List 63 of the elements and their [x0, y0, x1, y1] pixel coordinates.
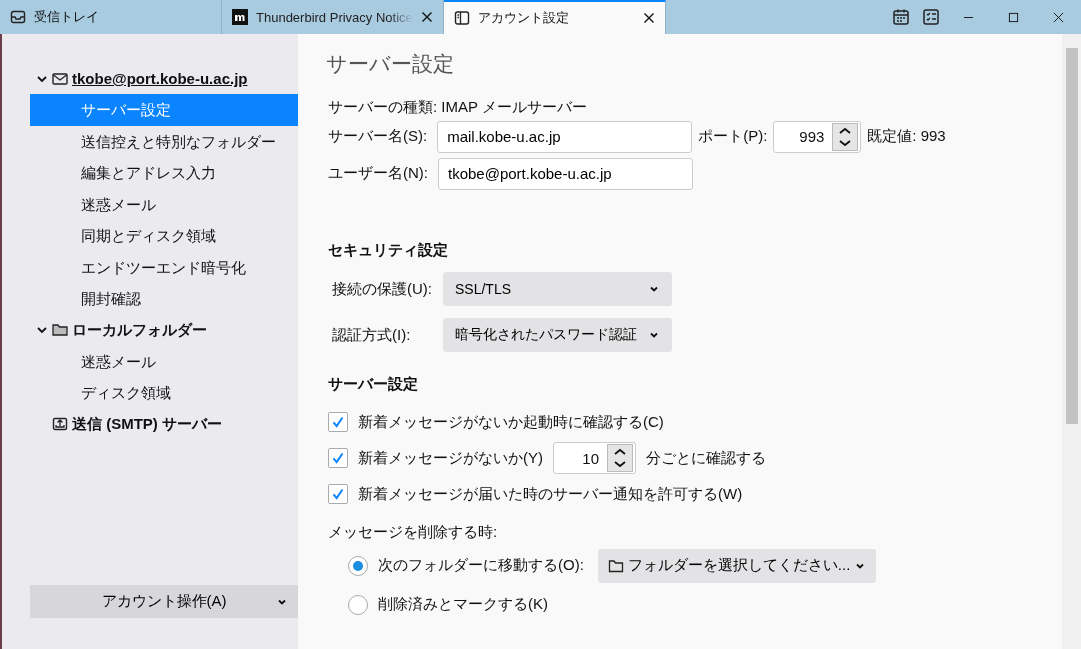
checkbox[interactable]: [328, 448, 348, 468]
tab-label: 受信トレイ: [34, 8, 100, 26]
radio-label[interactable]: 次のフォルダーに移動する(O):: [378, 556, 584, 575]
chevron-down-icon[interactable]: [36, 324, 48, 336]
sidebar-item[interactable]: 迷惑メール: [30, 188, 298, 220]
interval-suffix: 分ごとに確認する: [646, 448, 766, 468]
spinner-arrows-icon[interactable]: [607, 444, 633, 472]
outbox-icon: [52, 416, 68, 432]
field-label: 接続の保護(U):: [331, 279, 433, 299]
scrollbar[interactable]: [1062, 34, 1081, 649]
checkbox[interactable]: [328, 412, 348, 432]
delete-label: メッセージを削除する時:: [328, 522, 499, 542]
server-type-text: サーバーの種類: IMAP メールサーバー: [328, 98, 588, 117]
port-default-text: 既定値: 993: [867, 127, 946, 146]
folder-dropdown[interactable]: フォルダーを選択してください...: [597, 548, 877, 583]
port-field[interactable]: 993: [773, 120, 862, 153]
field-label: 認証方式(I):: [331, 325, 412, 345]
task-list-icon[interactable]: [922, 8, 940, 26]
panel-icon: [454, 10, 470, 26]
interval-field[interactable]: 10: [553, 442, 636, 474]
sidebar-item[interactable]: 編集とアドレス入力: [30, 157, 298, 189]
server-name-field[interactable]: mail.kobe-u.ac.jp: [437, 120, 693, 153]
radio-button[interactable]: [348, 594, 368, 615]
tab-label: Thunderbird Privacy Notice: [256, 9, 413, 25]
sidebar-item[interactable]: 開封確認: [30, 283, 298, 315]
sidebar-item[interactable]: ディスク領域: [30, 377, 298, 409]
sidebar-item[interactable]: 迷惑メール: [30, 345, 298, 377]
field-label: ユーザー名(N):: [328, 164, 429, 183]
radio-button[interactable]: [348, 555, 368, 576]
inbox-icon: [10, 9, 26, 25]
maximize-icon[interactable]: [1008, 11, 1019, 23]
close-icon[interactable]: [421, 11, 433, 23]
folder-icon: [607, 557, 624, 574]
dropdown[interactable]: SSL/TLS: [443, 272, 672, 306]
sidebar-item[interactable]: 同期とディスク領域: [30, 220, 298, 252]
close-icon[interactable]: [1053, 11, 1064, 23]
field-label: ポート(P):: [698, 127, 768, 146]
section-heading: セキュリティ設定: [328, 241, 449, 260]
spinner-arrows-icon[interactable]: [832, 122, 859, 151]
tab-label: アカウント設定: [478, 9, 570, 27]
dropdown[interactable]: 暗号化されたパスワード認証: [443, 318, 672, 352]
page-title: サーバー設定: [326, 51, 455, 77]
sidebar-item[interactable]: エンドツーエンド暗号化: [30, 251, 298, 283]
sidebar-item[interactable]: 送信控えと特別なフォルダー: [30, 125, 298, 157]
checkbox[interactable]: [328, 484, 348, 504]
field-label: サーバー名(S):: [328, 127, 429, 146]
section-heading: サーバー設定: [328, 375, 419, 394]
account-actions-button[interactable]: アカウント操作(A): [30, 585, 298, 618]
tab[interactable]: アカウント設定: [444, 0, 666, 34]
checkbox-label[interactable]: 新着メッセージが届いた時のサーバー通知を許可する(W): [358, 484, 743, 504]
account-name[interactable]: ローカルフォルダー: [72, 320, 207, 340]
calendar-icon[interactable]: [892, 8, 910, 26]
account-name[interactable]: tkobe@port.kobe-u.ac.jp: [72, 70, 248, 87]
sidebar-item[interactable]: サーバー設定: [30, 94, 298, 126]
site-logo-icon: [232, 9, 248, 25]
checkbox-label[interactable]: 新着メッセージがないか起動時に確認する(C): [358, 412, 664, 432]
folder-icon: [52, 322, 68, 338]
account-name[interactable]: 送信 (SMTP) サーバー: [72, 414, 222, 434]
radio-label[interactable]: 削除済みとマークする(K): [378, 595, 548, 614]
checkbox-label[interactable]: 新着メッセージがないか(Y): [358, 448, 543, 468]
envelope-icon: [52, 70, 68, 87]
close-icon[interactable]: [643, 12, 655, 24]
user-name-field[interactable]: tkobe@port.kobe-u.ac.jp: [438, 157, 693, 190]
